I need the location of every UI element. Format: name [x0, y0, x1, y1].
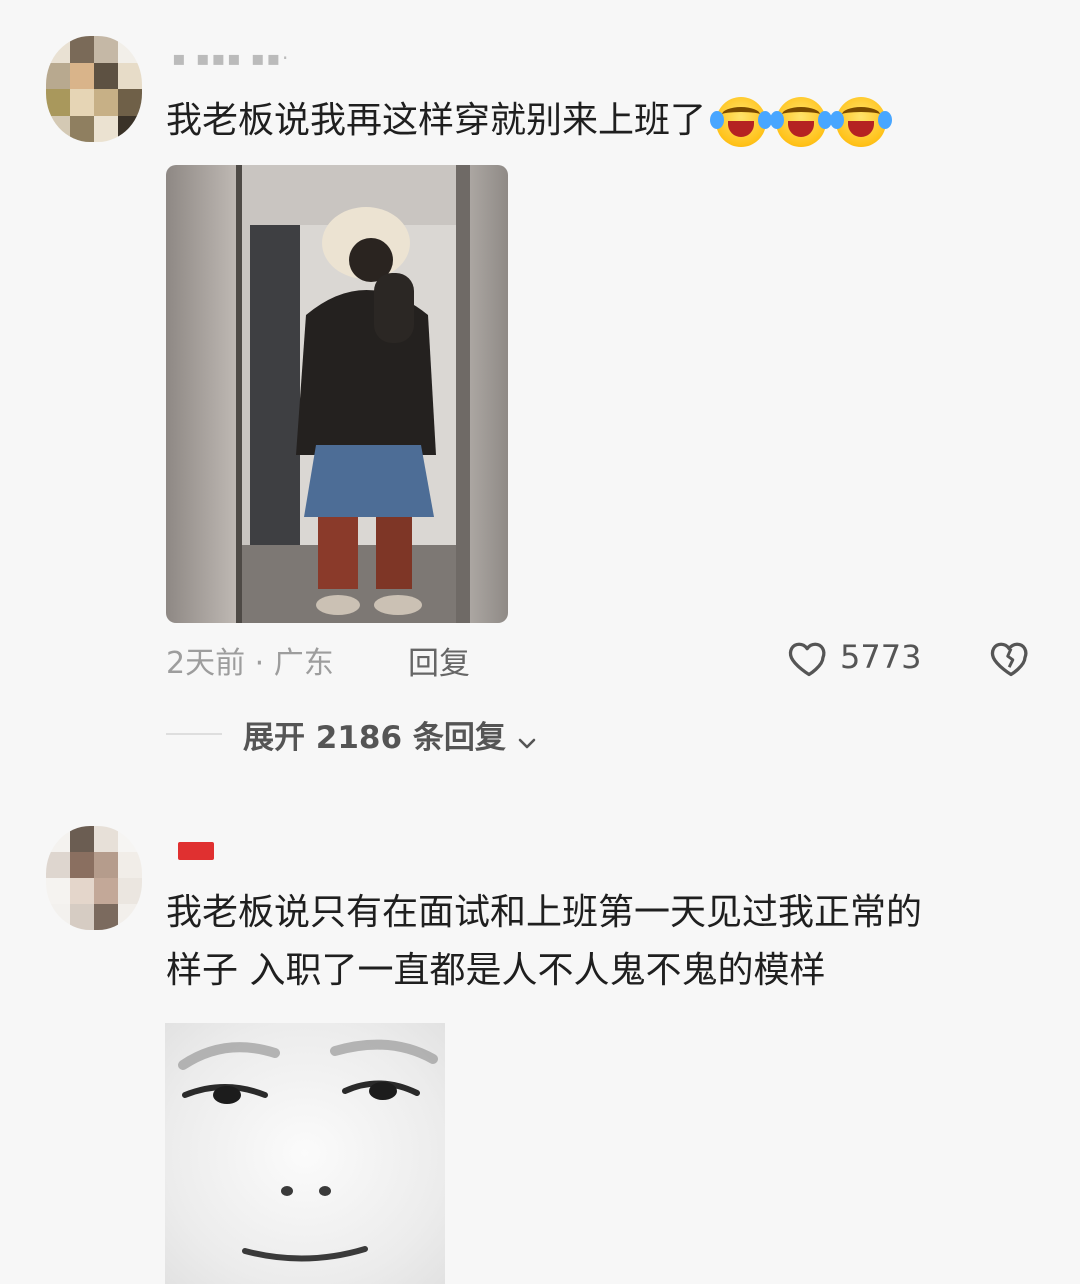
avatar[interactable]: [46, 826, 142, 930]
comment-text-body: 我老板说我再这样穿就别来上班了: [166, 100, 707, 141]
crying-laughing-emoji-icon: [830, 97, 893, 147]
dislike-button[interactable]: [988, 636, 1034, 680]
meme-face-image[interactable]: [165, 1023, 445, 1284]
comment-text-line: 我老板说只有在面试和上班第一天见过我正常的: [166, 892, 923, 933]
chevron-down-icon: [518, 738, 536, 748]
crying-laughing-emoji-icon: [770, 97, 833, 147]
meme-face-drawing: [178, 1039, 438, 1262]
expand-divider: [166, 733, 222, 735]
avatar[interactable]: [46, 36, 142, 142]
username[interactable]: ▪ ▪▪▪ ▪▪·: [172, 46, 290, 70]
like-button[interactable]: 5773: [786, 634, 936, 682]
comment-text: 我老板说只有在面试和上班第一天见过我正常的 样子 入职了一直都是人不人鬼不鬼的模…: [166, 884, 1046, 1000]
user-badge: [178, 842, 214, 860]
heart-icon: [788, 642, 826, 677]
comment-time-location: 2天前 · 广东: [166, 646, 334, 681]
comment-photo[interactable]: [166, 165, 508, 623]
comment-text: 我老板说我再这样穿就别来上班了: [166, 92, 893, 150]
reply-button[interactable]: 回复: [408, 638, 470, 683]
mirror-selfie-image: [236, 165, 470, 623]
expand-replies-button[interactable]: 展开 2186 条回复: [243, 712, 539, 756]
broken-heart-icon: [990, 642, 1028, 677]
crying-laughing-emoji-icon: [710, 97, 773, 147]
comment-text-line: 样子 入职了一直都是人不人鬼不鬼的模样: [166, 950, 826, 991]
expand-replies-label: 展开 2186 条回复: [243, 720, 506, 756]
like-count: 5773: [840, 638, 922, 676]
